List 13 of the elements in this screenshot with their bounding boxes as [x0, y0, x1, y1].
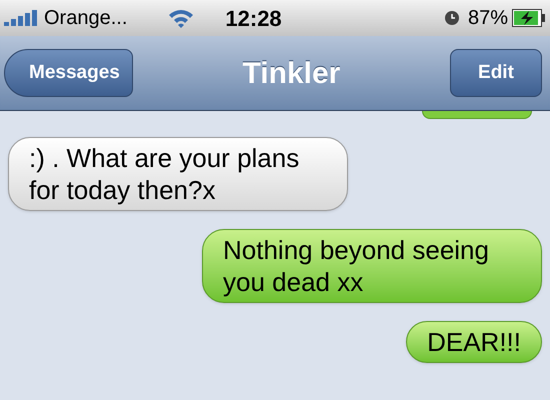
message-bubble: DEAR!!!	[406, 321, 542, 363]
clock-time: 12:28	[225, 4, 282, 32]
carrier-name: Orange...	[44, 6, 128, 31]
battery-percent: 87%	[468, 6, 508, 31]
wifi-icon	[167, 8, 196, 28]
back-button[interactable]: Messages	[4, 49, 133, 97]
message-bubble: :) . What are your plans for today then?x	[8, 137, 348, 211]
conversation-title: Tinkler	[242, 56, 340, 92]
signal-icon	[4, 10, 40, 26]
alarm-icon	[444, 10, 460, 26]
battery-charging-icon	[512, 9, 546, 27]
message-bubble: Nothing beyond seeing you dead xx	[202, 229, 542, 303]
edit-button[interactable]: Edit	[450, 49, 542, 97]
